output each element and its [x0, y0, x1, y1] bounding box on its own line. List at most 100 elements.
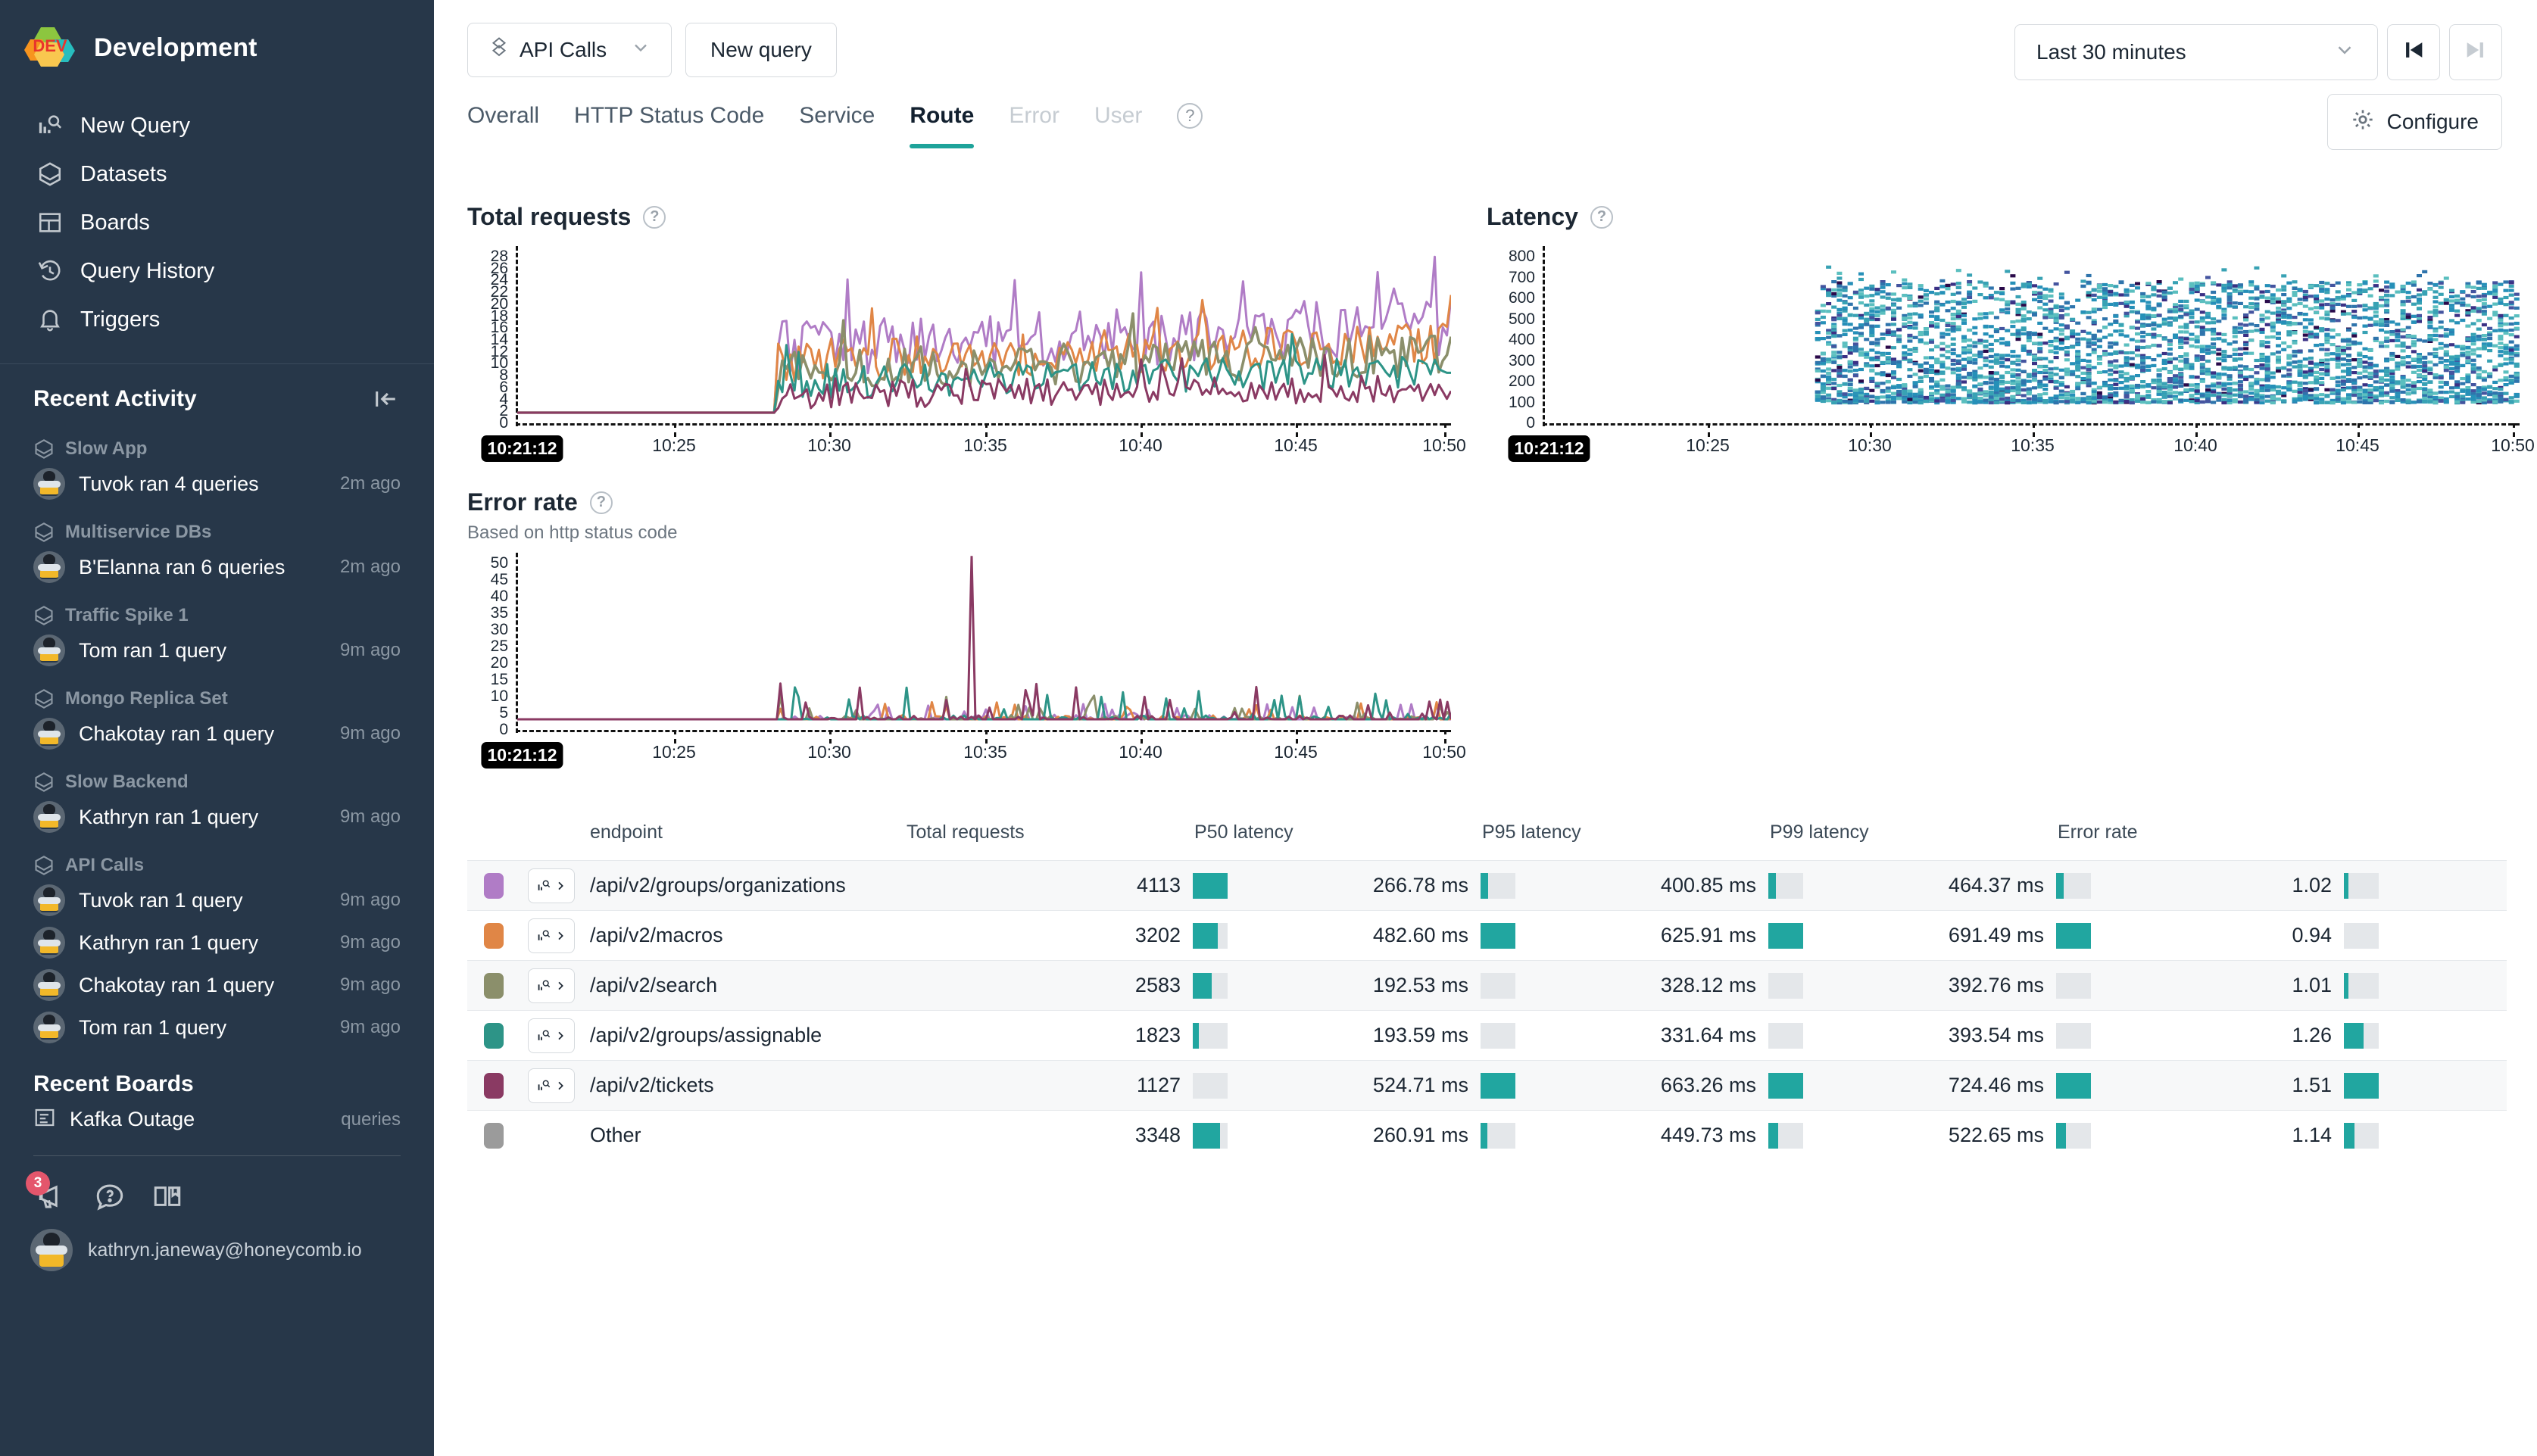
total-requests-bar: [1193, 1023, 1228, 1049]
p50-latency-value: 524.71 ms: [1317, 1074, 1468, 1097]
dataset-selector[interactable]: API Calls: [467, 23, 672, 77]
activity-item[interactable]: Chakotay ran 1 query 9m ago: [33, 964, 401, 1006]
cell-total-requests: 3202: [1029, 923, 1317, 949]
series-color-swatch: [467, 973, 528, 999]
sidebar-item-query-history[interactable]: Query History: [0, 247, 434, 295]
sidebar-item-label: Query History: [80, 259, 214, 284]
p95-latency-bar: [1768, 973, 1803, 999]
total-requests-bar: [1193, 1073, 1228, 1099]
step-forward-button[interactable]: [2449, 24, 2502, 80]
error-rate-value: 1.51: [2180, 1074, 2332, 1097]
total-requests-value: 1127: [1029, 1074, 1181, 1097]
table-row[interactable]: /api/v2/search 2583 192.53 ms 328.12 ms …: [467, 960, 2507, 1010]
configure-button[interactable]: Configure: [2327, 94, 2502, 150]
time-range-selector[interactable]: Last 30 minutes: [2014, 24, 2378, 80]
sidebar-item-new-query[interactable]: New Query: [0, 101, 434, 150]
announcements-icon[interactable]: 3: [36, 1180, 68, 1212]
table-row[interactable]: /api/v2/macros 3202 482.60 ms 625.91 ms …: [467, 910, 2507, 960]
help-icon[interactable]: ?: [590, 491, 613, 514]
endpoint-value: /api/v2/tickets: [590, 1074, 1029, 1097]
toolbar-left: API Calls New query: [467, 23, 837, 77]
activity-item[interactable]: Kathryn ran 1 query 9m ago: [33, 796, 401, 838]
p50-latency-bar: [1481, 873, 1515, 899]
run-query-button[interactable]: [528, 918, 575, 953]
activity-time: 9m ago: [340, 723, 401, 744]
docs-icon[interactable]: [151, 1180, 183, 1212]
column-header-p50[interactable]: P50 latency: [1194, 822, 1482, 843]
table-row[interactable]: Other 3348 260.91 ms 449.73 ms 522.65 ms…: [467, 1110, 2507, 1160]
p99-latency-bar: [2056, 973, 2091, 999]
table-row[interactable]: /api/v2/groups/assignable 1823 193.59 ms…: [467, 1010, 2507, 1060]
total-requests-bar: [1193, 873, 1228, 899]
new-query-button[interactable]: New query: [685, 23, 837, 77]
avatar: [33, 969, 65, 1001]
sidebar-item-datasets[interactable]: Datasets: [0, 150, 434, 198]
p99-latency-value: 393.54 ms: [1893, 1024, 2044, 1047]
help-icon[interactable]: ?: [1590, 206, 1613, 229]
cell-total-requests: 2583: [1029, 973, 1317, 999]
total-requests-chart[interactable]: 282624 222018 161412 1086 420 10:21:12 1…: [467, 257, 1490, 484]
collapse-sidebar-icon[interactable]: [370, 384, 401, 414]
x-axis-line: [516, 423, 1451, 426]
cell-error-rate: 1.02: [2180, 873, 2468, 899]
activity-text: B'Elanna ran 6 queries: [79, 556, 326, 579]
run-query-button[interactable]: [528, 1068, 575, 1103]
column-header-endpoint[interactable]: endpoint: [467, 822, 907, 843]
step-back-button[interactable]: [2387, 24, 2440, 80]
activity-item[interactable]: B'Elanna ran 6 queries 2m ago: [33, 546, 401, 588]
error-rate-panel: Error rate ? Based on http status code 5…: [467, 488, 1490, 790]
table-row[interactable]: /api/v2/groups/organizations 4113 266.78…: [467, 860, 2507, 910]
x-tick: [2033, 423, 2035, 437]
x-tick: [2358, 423, 2360, 437]
column-header-total-requests[interactable]: Total requests: [907, 822, 1194, 843]
error-rate-bar: [2344, 973, 2379, 999]
brand[interactable]: DEV Development: [0, 0, 434, 91]
tab-http-status-code[interactable]: HTTP Status Code: [574, 103, 764, 148]
p95-latency-value: 331.64 ms: [1605, 1024, 1756, 1047]
column-header-p95[interactable]: P95 latency: [1482, 822, 1770, 843]
activity-item[interactable]: Tuvok ran 1 query 9m ago: [33, 879, 401, 921]
p95-latency-bar: [1768, 873, 1803, 899]
x-axis-line: [516, 730, 1451, 732]
activity-item[interactable]: Tom ran 1 query 9m ago: [33, 629, 401, 672]
column-header-error-rate[interactable]: Error rate: [2058, 822, 2345, 843]
error-rate-bar: [2344, 923, 2379, 949]
cell-total-requests: 1127: [1029, 1073, 1317, 1099]
total-requests-bar: [1193, 973, 1228, 999]
table-row[interactable]: /api/v2/tickets 1127 524.71 ms 663.26 ms…: [467, 1060, 2507, 1110]
x-tick: [1141, 423, 1143, 437]
error-rate-chart[interactable]: 504540 353025 201510 50 10:21:12 10:25 1…: [467, 563, 1490, 790]
run-query-button[interactable]: [528, 1018, 575, 1053]
p50-latency-value: 482.60 ms: [1317, 924, 1468, 947]
activity-time: 9m ago: [340, 806, 401, 828]
time-range-label: Last 30 minutes: [2036, 40, 2186, 64]
tab-service[interactable]: Service: [799, 103, 875, 148]
board-item[interactable]: Kafka Outage queries: [0, 1100, 434, 1139]
help-icon[interactable]: [94, 1180, 126, 1212]
activity-text: Tom ran 1 query: [79, 1016, 326, 1040]
sidebar-item-boards[interactable]: Boards: [0, 198, 434, 247]
activity-time: 2m ago: [340, 557, 401, 578]
tab-route[interactable]: Route: [910, 103, 974, 148]
history-icon: [36, 257, 64, 285]
x-tick: [1870, 423, 1872, 437]
help-icon[interactable]: ?: [643, 206, 666, 229]
dataset-icon: [36, 161, 64, 188]
activity-item[interactable]: Chakotay ran 1 query 9m ago: [33, 712, 401, 755]
activity-item[interactable]: Kathryn ran 1 query 9m ago: [33, 921, 401, 964]
activity-item[interactable]: Tuvok ran 4 queries 2m ago: [33, 463, 401, 505]
run-query-button[interactable]: [528, 868, 575, 903]
run-query-button[interactable]: [528, 968, 575, 1003]
user-row[interactable]: kathryn.janeway@honeycomb.io: [0, 1212, 434, 1271]
sidebar-item-triggers[interactable]: Triggers: [0, 295, 434, 344]
dataset-icon: [488, 36, 510, 64]
cell-p50-latency: 482.60 ms: [1317, 923, 1605, 949]
latency-chart[interactable]: 800700600 500400300 2001000: [1487, 257, 2537, 484]
column-header-p99[interactable]: P99 latency: [1770, 822, 2058, 843]
activity-item[interactable]: Tom ran 1 query 9m ago: [33, 1006, 401, 1049]
tab-overall[interactable]: Overall: [467, 103, 539, 148]
time-controls: Last 30 minutes: [2014, 24, 2502, 80]
help-icon[interactable]: ?: [1177, 103, 1203, 129]
series-color-swatch: [467, 1123, 528, 1149]
cell-p99-latency: 392.76 ms: [1893, 973, 2180, 999]
